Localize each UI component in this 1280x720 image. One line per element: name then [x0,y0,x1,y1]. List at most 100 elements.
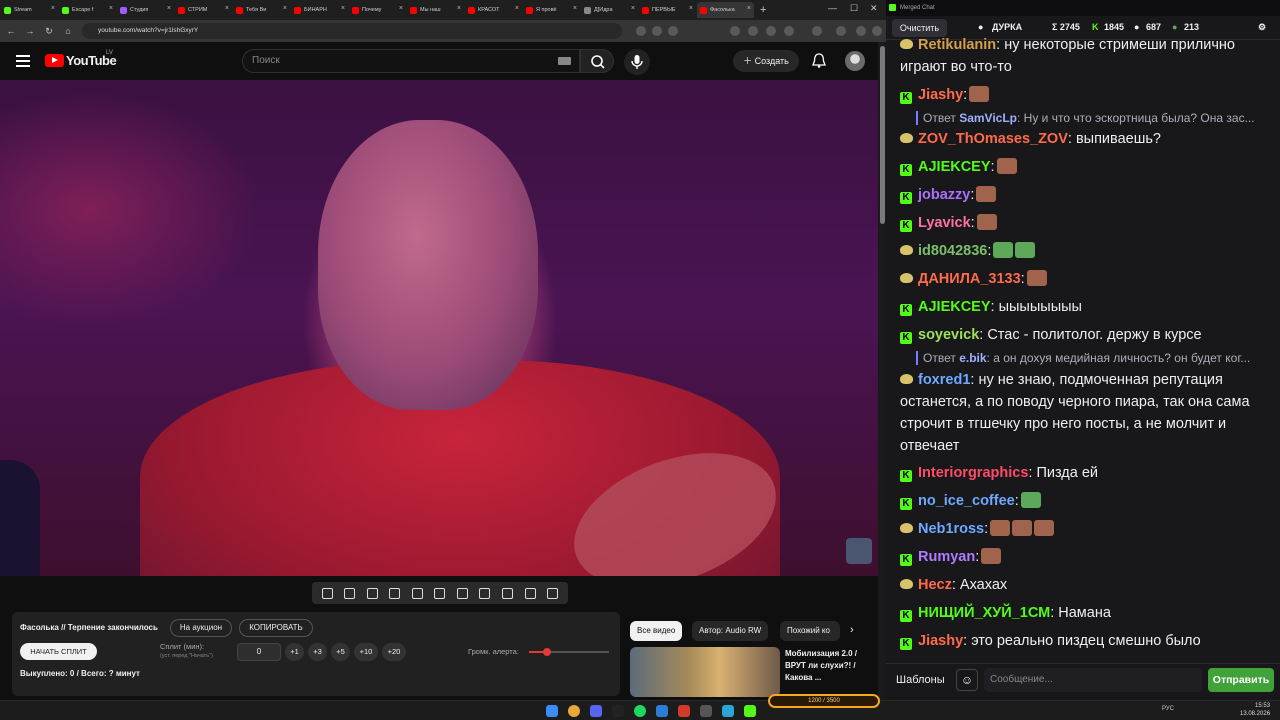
chat-username[interactable]: Interiorgraphics [918,465,1028,481]
chat-username[interactable]: Retikulanin [918,37,996,53]
browser-tab[interactable]: Мы наш × [407,2,464,18]
chat-username[interactable]: no_ice_coffee [918,493,1015,509]
chat-username[interactable]: Hecz [918,577,952,593]
browser-tab[interactable]: Stream × [1,2,58,18]
gear-icon[interactable] [547,587,559,599]
close-window-icon[interactable]: ✕ [870,3,878,14]
url-field[interactable]: youtube.com/watch?v=jr1lshGxyrY [82,23,622,39]
tab-close-icon[interactable]: × [225,5,229,12]
reload-icon[interactable]: ↻ [41,26,57,37]
chat-username[interactable]: Rumyan [918,549,975,565]
downloads-icon[interactable] [812,26,822,36]
chat-username[interactable]: AJIEKCEY [918,159,991,175]
reply-quote[interactable]: Ответ SamVicLp: Ну и что что эскортница … [916,111,1261,125]
recommended-video-title[interactable]: Мобилизация 2.0 / ВРУТ ли слухи?! / Како… [785,648,873,684]
chat-username[interactable]: id8042836 [918,243,987,259]
settings-video-icon[interactable] [366,587,378,599]
auction-button[interactable]: На аукцион [170,619,232,637]
chip-all-videos[interactable]: Все видео [630,621,683,641]
settings-gear-icon[interactable]: ⚙ [1258,22,1266,33]
emoji-icon[interactable]: ☺ [956,669,978,691]
increment-button[interactable]: +5 [331,643,350,661]
chrome-icon[interactable] [568,705,580,717]
templates-button[interactable]: Шаблоны [896,671,945,689]
video-thumbnail[interactable] [630,647,780,697]
tab-close-icon[interactable]: × [51,5,55,12]
start-split-button[interactable]: НАЧАТЬ СПЛИТ [20,643,97,660]
tab-close-icon[interactable]: × [573,5,577,12]
chat-username[interactable]: Lyavick [918,215,971,231]
discord-icon[interactable] [590,705,602,717]
speed-icon[interactable] [456,587,468,599]
home-icon[interactable]: ⌂ [60,26,76,36]
browser-tab[interactable]: Студия × [117,2,174,18]
extension-icon[interactable] [730,26,740,36]
browser-tab[interactable]: ПЕРВЫЕ × [639,2,696,18]
message-input[interactable]: Сообщение... [984,668,1202,692]
account-avatar[interactable] [845,51,865,71]
spotify-icon[interactable] [634,705,646,717]
subtitle-icon[interactable] [434,587,446,599]
film-icon[interactable] [389,587,401,599]
create-button[interactable]: ＋ Создать [733,50,799,72]
chevron-right-icon[interactable]: › [850,624,854,636]
browser-tab[interactable]: СТРИМ × [175,2,232,18]
chat-username[interactable]: ZOV_ThOmases_ZOV [918,131,1068,147]
copy-button[interactable]: КОПИРОВАТЬ [239,619,313,637]
browser-tab[interactable]: Тебя Ви × [233,2,290,18]
browser-tab[interactable]: Почему × [349,2,406,18]
notifications-bell-icon[interactable] [812,53,826,68]
zoom-icon[interactable] [636,26,646,36]
chat-username[interactable]: jobazzy [918,187,970,203]
chip-similar[interactable]: Похожий ко [780,621,840,641]
split-minutes-input[interactable]: 0 [237,643,281,661]
add-icon[interactable] [479,587,491,599]
tab-close-icon[interactable]: × [167,5,171,12]
tab-close-icon[interactable]: × [109,5,113,12]
telegram-icon[interactable] [722,705,734,717]
chat-username[interactable]: Jiashy [918,87,963,103]
increment-button[interactable]: +20 [382,643,406,661]
app-icon[interactable] [678,705,690,717]
increment-button[interactable]: +10 [354,643,378,661]
volume-slider-handle[interactable] [542,648,551,656]
profile-icon[interactable] [836,26,846,36]
tab-close-icon[interactable]: × [747,5,751,12]
back-icon[interactable]: ← [3,26,19,36]
browser-tab[interactable]: КРАСОТ × [465,2,522,18]
app-icon[interactable] [612,705,624,717]
youtube-logo-icon[interactable] [45,54,64,67]
chat-username[interactable]: НИЩИЙ_ХУЙ_1СМ [918,605,1050,621]
keyboard-icon[interactable] [558,57,571,65]
chat-username[interactable]: soyevick [918,327,979,343]
steam-icon[interactable] [656,705,668,717]
browser-tab[interactable]: Д[Идра × [581,2,638,18]
browser-tab[interactable]: Escape f × [59,2,116,18]
extension-icon[interactable] [784,26,794,36]
tray-lang[interactable]: РУС [1162,706,1174,712]
app-icon[interactable] [700,705,712,717]
tab-close-icon[interactable]: × [689,5,693,12]
tab-close-icon[interactable]: × [399,5,403,12]
share-icon[interactable] [652,26,662,36]
chat-username[interactable]: Neb1ross [918,521,984,537]
flask-icon[interactable] [524,587,536,599]
search-button[interactable] [580,49,614,73]
camera-icon[interactable] [502,587,514,599]
tab-close-icon[interactable]: × [631,5,635,12]
start-menu-icon[interactable] [546,705,558,717]
theater-icon[interactable] [411,587,423,599]
voice-search-button[interactable] [624,49,650,75]
chip-author[interactable]: Автор: Audio RW [692,621,769,641]
browser-tab[interactable]: Фасолька × [697,2,754,18]
tab-close-icon[interactable]: × [341,5,345,12]
chat-username[interactable]: ДАНИЛА_3133 [918,271,1021,287]
audio-icon[interactable] [344,587,356,599]
browser-tab[interactable]: Я провё × [523,2,580,18]
new-tab-icon[interactable]: + [760,4,766,16]
kick-app-icon[interactable] [744,705,756,717]
clock[interactable]: 15:53 13.08.2026 [1240,702,1270,718]
chat-username[interactable]: AJIEKCEY [918,299,991,315]
bookmark-star-icon[interactable] [668,26,678,36]
chat-username[interactable]: foxred1 [918,372,970,388]
